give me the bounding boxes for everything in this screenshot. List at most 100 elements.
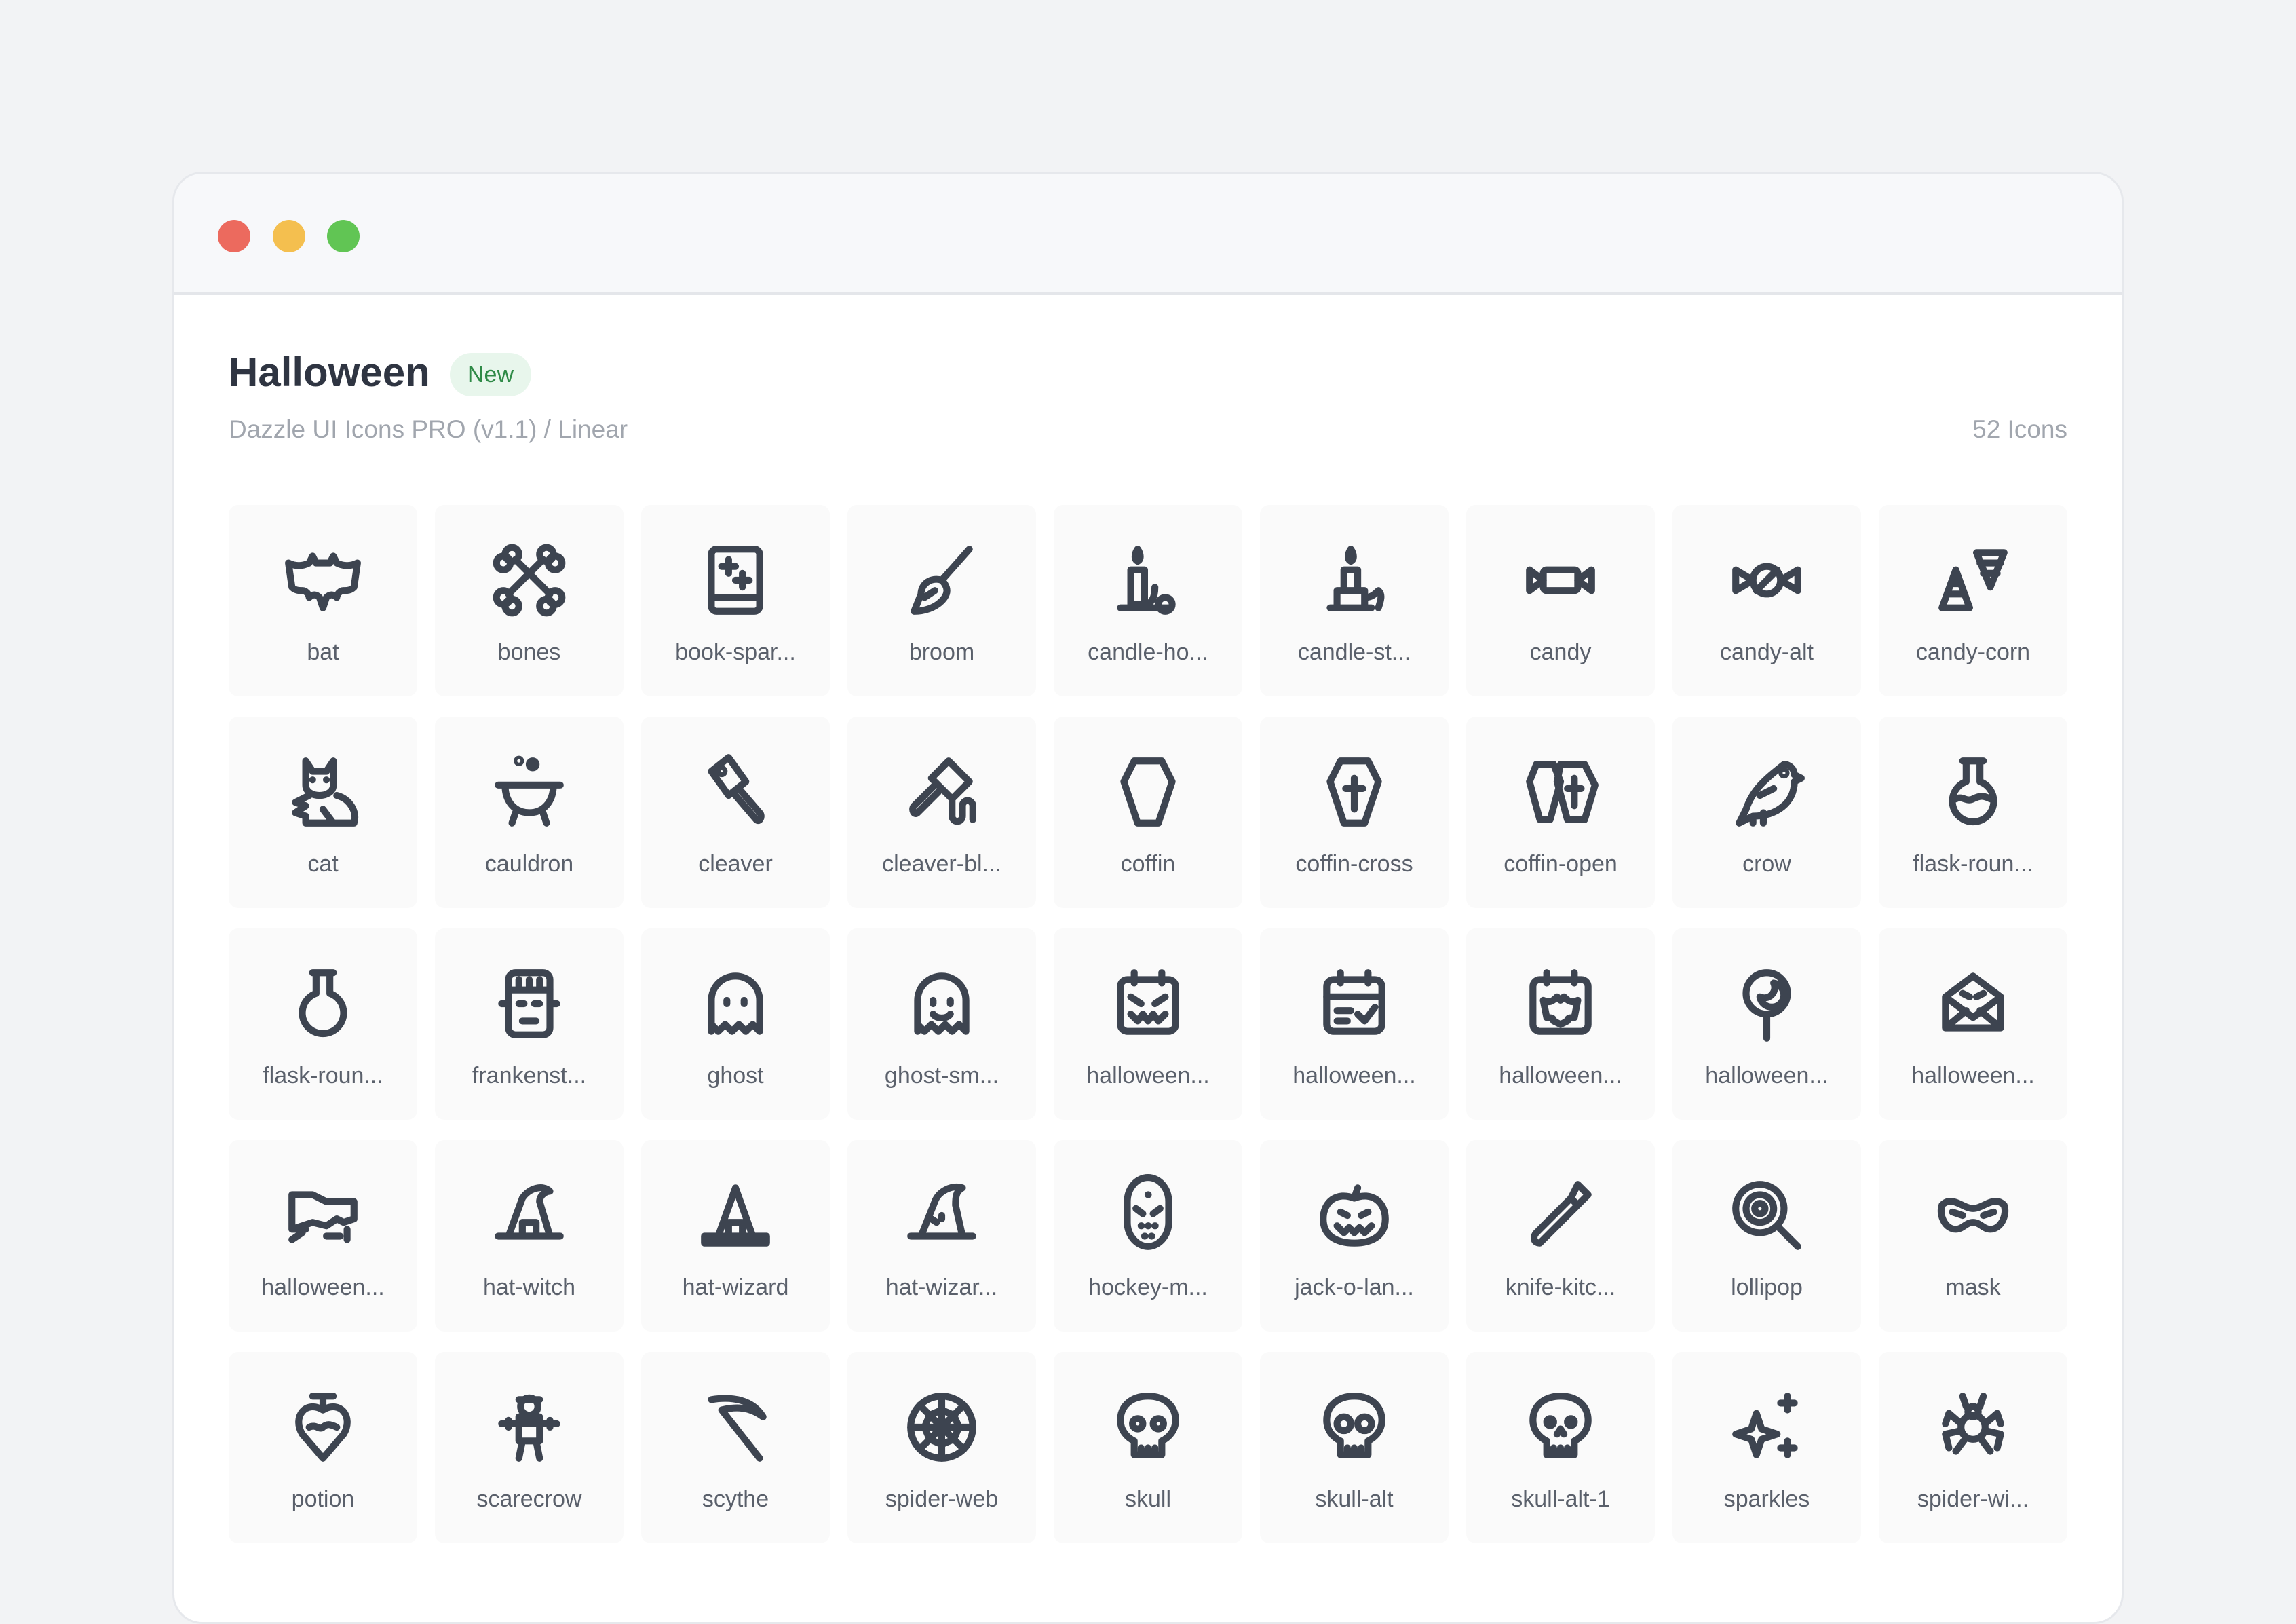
icon-tile[interactable]: coffin-open <box>1466 717 1655 908</box>
icon-tile[interactable]: hat-wizar... <box>847 1140 1036 1332</box>
icon-tile[interactable]: skull-alt-1 <box>1466 1352 1655 1543</box>
icon-label: candy <box>1529 639 1592 665</box>
close-window-button[interactable] <box>218 220 250 252</box>
icon-label: flask-roun... <box>263 1063 383 1089</box>
icon-label: hockey-m... <box>1088 1274 1208 1300</box>
spider-web-icon <box>900 1386 983 1469</box>
page-subtitle: Dazzle UI Icons PRO (v1.1) / Linear <box>229 415 628 443</box>
cat-icon <box>282 751 364 833</box>
icon-label: halloween... <box>1293 1063 1416 1089</box>
icon-tile[interactable]: crow <box>1672 717 1861 908</box>
bones-icon <box>488 539 571 622</box>
icon-tile[interactable]: book-spar... <box>641 505 830 696</box>
icon-tile[interactable]: cauldron <box>435 717 624 908</box>
scarecrow-icon <box>488 1386 571 1469</box>
icon-tile[interactable]: candle-st... <box>1260 505 1449 696</box>
sparkles-icon <box>1725 1386 1808 1469</box>
icon-tile[interactable]: potion <box>229 1352 417 1543</box>
icon-tile[interactable]: halloween... <box>1879 928 2067 1120</box>
icon-tile[interactable]: cat <box>229 717 417 908</box>
candle-stand-icon <box>1313 539 1396 622</box>
icon-tile[interactable]: ghost-sm... <box>847 928 1036 1120</box>
icon-tile[interactable]: ghost <box>641 928 830 1120</box>
icon-label: skull-alt <box>1315 1486 1394 1512</box>
hat-wizard-icon <box>694 1174 777 1257</box>
icon-label: mask <box>1945 1274 2001 1300</box>
new-badge: New <box>450 353 532 396</box>
icon-tile[interactable]: halloween... <box>229 1140 417 1332</box>
coffin-cross-icon <box>1313 751 1396 833</box>
hockey-mask-icon <box>1107 1174 1189 1257</box>
halloween-calendar-check-icon <box>1313 962 1396 1045</box>
icon-label: potion <box>291 1486 355 1512</box>
halloween-lollipop-moon-icon <box>1725 962 1808 1045</box>
icon-label: spider-wi... <box>1917 1486 2029 1512</box>
icon-tile[interactable]: candy <box>1466 505 1655 696</box>
jack-o-lantern-icon <box>1313 1174 1396 1257</box>
skull-icon <box>1107 1386 1189 1469</box>
icon-label: crow <box>1742 851 1791 877</box>
icon-tile[interactable]: bat <box>229 505 417 696</box>
icon-tile[interactable]: frankenst... <box>435 928 624 1120</box>
icon-tile[interactable]: flask-roun... <box>1879 717 2067 908</box>
icon-tile[interactable]: broom <box>847 505 1036 696</box>
icon-label: frankenst... <box>472 1063 587 1089</box>
icon-tile[interactable]: mask <box>1879 1140 2067 1332</box>
icon-label: halloween... <box>261 1274 385 1300</box>
icon-tile[interactable]: scythe <box>641 1352 830 1543</box>
icon-label: cauldron <box>484 851 574 877</box>
icon-tile[interactable]: halloween... <box>1672 928 1861 1120</box>
icon-tile[interactable]: coffin-cross <box>1260 717 1449 908</box>
icon-label: coffin <box>1120 851 1176 877</box>
icon-tile[interactable]: lollipop <box>1672 1140 1861 1332</box>
icon-tile[interactable]: spider-wi... <box>1879 1352 2067 1543</box>
maximize-window-button[interactable] <box>327 220 360 252</box>
icon-tile[interactable]: cleaver <box>641 717 830 908</box>
icon-tile[interactable]: hat-witch <box>435 1140 624 1332</box>
icon-tile[interactable]: candle-ho... <box>1054 505 1242 696</box>
icon-tile[interactable]: skull <box>1054 1352 1242 1543</box>
icon-tile[interactable]: spider-web <box>847 1352 1036 1543</box>
icon-label: flask-roun... <box>1913 851 2033 877</box>
cleaver-blood-icon <box>900 751 983 833</box>
icon-count: 52 Icons <box>1972 415 2067 443</box>
icon-tile[interactable]: bones <box>435 505 624 696</box>
icon-label: cat <box>307 851 339 877</box>
icon-tile[interactable]: halloween... <box>1466 928 1655 1120</box>
icon-tile[interactable]: knife-kitc... <box>1466 1140 1655 1332</box>
icon-label: candle-ho... <box>1088 639 1208 665</box>
icon-label: hat-wizard <box>682 1274 789 1300</box>
icon-tile[interactable]: sparkles <box>1672 1352 1861 1543</box>
icon-tile[interactable]: scarecrow <box>435 1352 624 1543</box>
icon-label: candy-alt <box>1720 639 1814 665</box>
crow-icon <box>1725 751 1808 833</box>
icon-label: scarecrow <box>476 1486 582 1512</box>
app-window: Halloween New Dazzle UI Icons PRO (v1.1)… <box>172 172 2124 1624</box>
icon-tile[interactable]: flask-roun... <box>229 928 417 1120</box>
minimize-window-button[interactable] <box>273 220 305 252</box>
broom-icon <box>900 539 983 622</box>
ghost-icon <box>694 962 777 1045</box>
icon-label: lollipop <box>1731 1274 1803 1300</box>
main-content: Halloween New Dazzle UI Icons PRO (v1.1)… <box>174 295 2122 1543</box>
icon-tile[interactable]: candy-alt <box>1672 505 1861 696</box>
icon-tile[interactable]: coffin <box>1054 717 1242 908</box>
icon-label: candy-corn <box>1915 639 2031 665</box>
flask-round-potion-icon <box>1932 751 2014 833</box>
candy-corn-icon <box>1932 539 2014 622</box>
icon-label: skull-alt-1 <box>1511 1486 1610 1512</box>
icon-tile[interactable]: skull-alt <box>1260 1352 1449 1543</box>
icon-label: candle-st... <box>1297 639 1411 665</box>
cleaver-icon <box>694 751 777 833</box>
icon-tile[interactable]: jack-o-lan... <box>1260 1140 1449 1332</box>
icon-label: coffin-open <box>1504 851 1618 877</box>
icon-tile[interactable]: cleaver-bl... <box>847 717 1036 908</box>
scythe-icon <box>694 1386 777 1469</box>
spider-web-alt-icon <box>1932 1386 2014 1469</box>
icon-tile[interactable]: hockey-m... <box>1054 1140 1242 1332</box>
icon-tile[interactable]: halloween... <box>1054 928 1242 1120</box>
icon-tile[interactable]: candy-corn <box>1879 505 2067 696</box>
icon-tile[interactable]: halloween... <box>1260 928 1449 1120</box>
icon-label: halloween... <box>1086 1063 1210 1089</box>
icon-tile[interactable]: hat-wizard <box>641 1140 830 1332</box>
